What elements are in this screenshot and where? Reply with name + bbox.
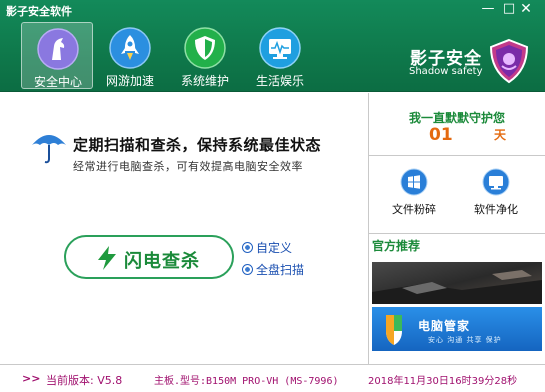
software-clean-label: 软件净化 [474, 203, 518, 216]
guard-days-panel: 我一直默默守护您 01 天 [369, 93, 545, 156]
shadow-shield-logo [489, 38, 529, 84]
tab-security-center[interactable]: 安全中心 [21, 22, 93, 89]
tab-system-maintenance[interactable]: 系统维护 [169, 22, 241, 89]
quick-scan-button[interactable]: 闪电查杀 [64, 235, 234, 279]
banner2-title: 电脑管家 [418, 319, 471, 333]
file-shred-button[interactable]: 文件粉碎 [379, 168, 449, 228]
status-bar: >> 当前版本: V5.8 主板.型号:B150M PRO-VH (MS-799… [0, 364, 545, 392]
subline: 经常进行电脑查杀，可有效提高电脑安全效率 [73, 160, 303, 173]
radio-dot-icon [242, 242, 253, 253]
tab-label: 系统维护 [180, 74, 229, 88]
title-bar: 影子安全软件 — □ ✕ 安全中心 网游加速 系统维护 生活娱乐 影子安全 Sh… [0, 0, 545, 92]
app-title: 影子安全软件 [6, 5, 72, 18]
main-panel: 定期扫描和查杀，保持系统最佳状态 经常进行电脑查杀，可有效提高电脑安全效率 闪电… [0, 93, 368, 364]
motherboard-text: 主板.型号:B150M PRO-VH (MS-7996) [154, 376, 339, 387]
headline: 定期扫描和查杀，保持系统最佳状态 [73, 136, 322, 154]
guard-days-count: 01 [429, 125, 453, 145]
guard-title: 我一直默默守护您 [408, 111, 505, 125]
guard-days-unit: 天 [494, 128, 507, 142]
expand-arrows[interactable]: >> [22, 372, 40, 385]
brand-name-en: Shadow safety [409, 66, 483, 77]
close-button[interactable]: ✕ [514, 0, 538, 18]
pc-manager-ad-banner[interactable]: 电脑管家 安心 沟通 共享 保护 [372, 307, 542, 351]
right-panel: 我一直默默守护您 01 天 文件粉碎 软件净化 官方推荐 电脑管家 安心 沟通 … [368, 93, 545, 364]
tools-panel: 文件粉碎 软件净化 [369, 156, 545, 234]
monitor-icon [482, 168, 510, 196]
radio-dot-icon [242, 264, 253, 275]
custom-scan-label: 自定义 [256, 241, 293, 255]
shield-icon [184, 27, 226, 69]
file-shred-label: 文件粉碎 [392, 203, 436, 216]
software-clean-button[interactable]: 软件净化 [461, 168, 531, 228]
tab-life-entertainment[interactable]: 生活娱乐 [244, 22, 316, 89]
tab-label: 生活娱乐 [255, 74, 304, 88]
full-scan-option[interactable]: 全盘扫描 [242, 261, 304, 278]
custom-scan-option[interactable]: 自定义 [242, 239, 292, 256]
banner2-subtitle: 安心 沟通 共享 保护 [428, 336, 502, 344]
tab-game-boost[interactable]: 网游加速 [94, 22, 166, 89]
windows-logo-icon [400, 168, 428, 196]
quick-scan-label: 闪电查杀 [124, 251, 200, 272]
lightning-icon [98, 246, 116, 270]
recommend-title: 官方推荐 [372, 239, 421, 253]
shield-horse-icon [37, 28, 79, 70]
monitor-icon [259, 27, 301, 69]
tab-label: 网游加速 [105, 74, 154, 88]
version-text: 当前版本: V5.8 [46, 374, 123, 387]
game-ad-banner[interactable] [372, 262, 542, 304]
rocket-icon [109, 27, 151, 69]
tab-label: 安全中心 [33, 75, 82, 89]
umbrella-icon [32, 135, 66, 164]
datetime-text: 2018年11月30日16时39分28秒 [368, 376, 518, 387]
full-scan-label: 全盘扫描 [256, 263, 305, 277]
